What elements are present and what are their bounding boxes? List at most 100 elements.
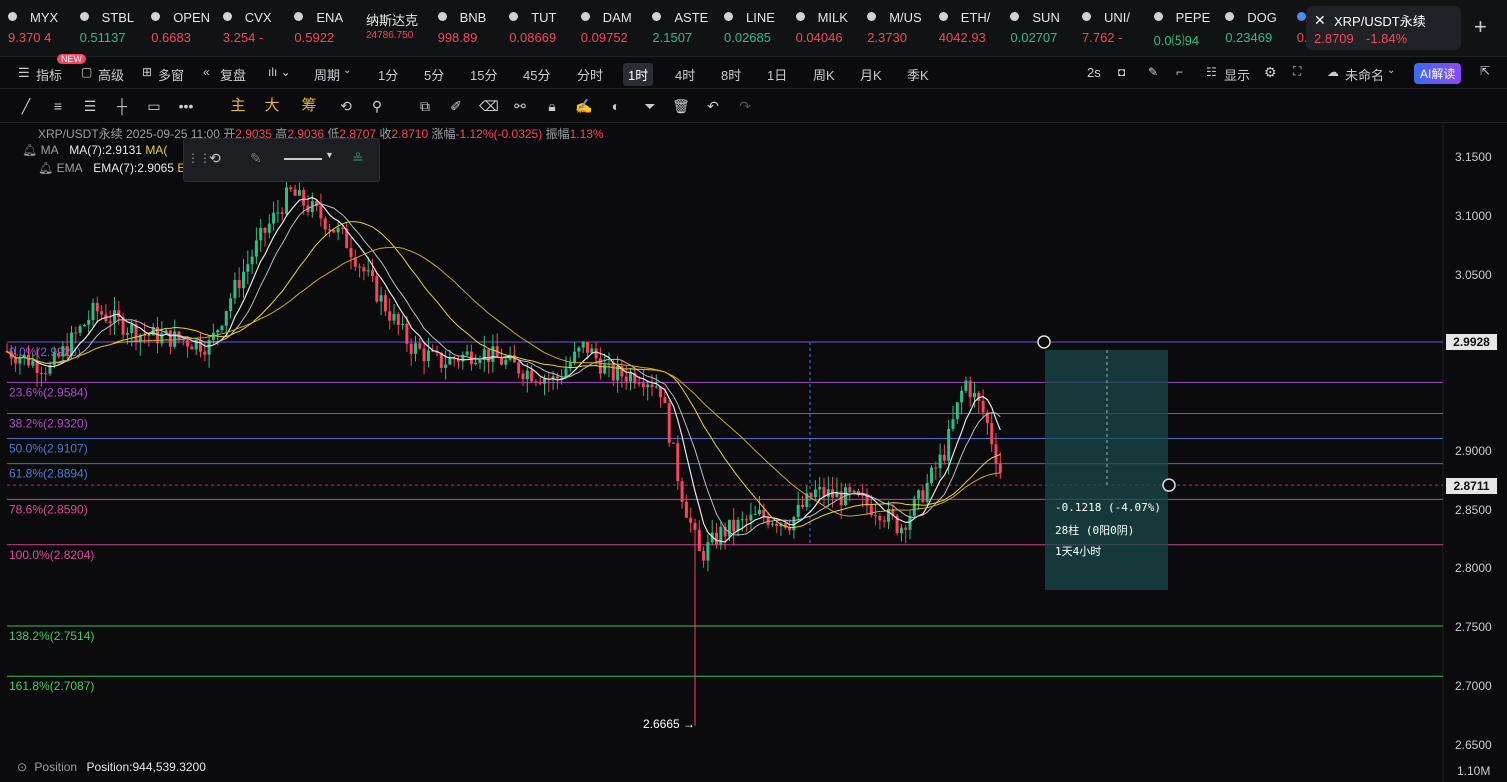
ticker-item[interactable]: OPEN 0.6683 xyxy=(151,6,219,50)
multi-window-button[interactable]: 多窗 xyxy=(158,65,184,84)
trash-icon[interactable]: 🗑︎ xyxy=(672,97,690,115)
multi-window-icon: ⊞ xyxy=(142,65,153,79)
ticker-item[interactable]: 纳斯达克 24786.750 xyxy=(366,6,434,50)
big-order-button[interactable]: 大 xyxy=(263,97,281,115)
pen-icon[interactable]: ✎ xyxy=(1148,65,1158,79)
ticker-item[interactable]: MYX 9.370 4 xyxy=(8,6,76,50)
candle-body xyxy=(749,514,753,521)
drag-handle-icon[interactable]: ⋮⋮ xyxy=(187,151,211,165)
camera-icon[interactable]: ◘ xyxy=(1118,65,1125,79)
ticker-item[interactable]: TUT 0.08669 xyxy=(509,6,577,50)
align-icon[interactable]: ≗ xyxy=(352,150,364,167)
candle-body xyxy=(465,351,469,355)
ticker-price: 0.5922 xyxy=(294,30,335,45)
bell-icon[interactable]: 🔔︎ xyxy=(38,161,53,175)
ticker-item[interactable]: DOG 0.23469 xyxy=(1225,6,1293,50)
ticker-item[interactable]: ETH/4042.93 xyxy=(938,6,1007,50)
gear-icon[interactable]: ⊙ xyxy=(17,760,27,774)
period-dropdown[interactable]: 周期 xyxy=(314,65,340,84)
advanced-button[interactable]: 高级 xyxy=(98,65,124,84)
ticker-item[interactable]: STBL 0.51137 xyxy=(79,6,148,50)
interval-1w[interactable]: 周K xyxy=(813,65,835,84)
interval-1h[interactable]: 1时 xyxy=(623,63,654,86)
rectangle-icon[interactable]: ▭ xyxy=(145,97,163,115)
ticker-item[interactable]: CVX 3.254 - xyxy=(222,6,291,50)
indicator-button[interactable]: 指标 xyxy=(36,65,62,84)
horizontal-ray-icon[interactable]: ┼ xyxy=(113,97,131,115)
interval-timeshare[interactable]: 分时 xyxy=(577,65,603,84)
candle-body xyxy=(18,358,22,364)
ticker-item[interactable]: UNI/7.762 - xyxy=(1082,6,1150,50)
more-tools-icon[interactable]: ••• xyxy=(177,97,195,115)
candle-body xyxy=(246,264,250,272)
copy-icon[interactable]: ⧉ xyxy=(416,97,434,115)
candle-body xyxy=(917,490,921,499)
refresh-rate[interactable]: 2s xyxy=(1087,65,1101,80)
ticker-item[interactable]: DAM 0.09752 xyxy=(580,6,649,50)
ema-name: EMA xyxy=(56,161,82,175)
lock-icon[interactable]: 🔒︎ xyxy=(543,97,561,115)
interval-1mo[interactable]: 月K xyxy=(860,65,882,84)
line-color-icon[interactable]: ✎ xyxy=(250,150,262,167)
layout-name-dropdown[interactable]: 未命名 xyxy=(1345,65,1384,84)
ticker-item[interactable]: MILK 0.04046 xyxy=(795,6,864,50)
gear-icon[interactable]: ⚙ xyxy=(1264,64,1277,81)
brush-icon[interactable]: ✐ xyxy=(447,97,465,115)
trend-line-icon[interactable]: ╱ xyxy=(17,97,35,115)
bell-icon[interactable]: 🔔︎ xyxy=(22,143,37,157)
note-icon[interactable]: ✍ xyxy=(575,97,593,115)
candle-body xyxy=(336,227,340,233)
ticker-item[interactable]: ENA 0.5922 xyxy=(294,6,362,50)
link-icon[interactable]: ⚯ xyxy=(511,97,529,115)
main-chart-button[interactable]: 主 xyxy=(229,97,247,115)
candle-body xyxy=(573,351,577,363)
active-symbol-tab[interactable]: ✕ XRP/USDT永续 2.8709 -1.84% xyxy=(1306,6,1461,50)
candle-body xyxy=(233,279,237,299)
ticker-item[interactable]: ASTE 2.1507 xyxy=(652,6,720,50)
chart-type-icon[interactable]: ılı ⌄ xyxy=(268,65,291,79)
collapse-icon[interactable]: ⇱ xyxy=(1480,64,1490,78)
ai-read-button[interactable]: AI解读 xyxy=(1414,63,1462,84)
interval-4h[interactable]: 4时 xyxy=(675,65,695,84)
magnet-icon[interactable]: ⚲ xyxy=(368,97,386,115)
ticker-symbol: STBL xyxy=(101,10,135,25)
parallel-lines-icon[interactable]: ≡ xyxy=(49,97,67,115)
candle-body xyxy=(646,384,650,388)
add-tab-button[interactable]: + xyxy=(1474,14,1487,40)
chip-distribution-button[interactable]: 筹 xyxy=(300,97,318,115)
interval-8h[interactable]: 8时 xyxy=(721,65,741,84)
interval-1m[interactable]: 1分 xyxy=(378,65,398,84)
crop-icon[interactable]: ⌐ xyxy=(1176,65,1183,79)
sync-icon[interactable]: ⟲ xyxy=(337,97,355,115)
style-icon[interactable]: ⟲ xyxy=(209,150,221,167)
replay-button[interactable]: 复盘 xyxy=(220,65,246,84)
interval-5m[interactable]: 5分 xyxy=(424,65,444,84)
interval-45m[interactable]: 45分 xyxy=(523,65,550,84)
eraser-icon[interactable]: ⌫ xyxy=(479,97,499,115)
price-chart[interactable]: 0.0%(2.9928) 23.6%(2.9584) 38.2%(2.9320) 50… xyxy=(0,122,1507,782)
color-icon[interactable]: ◐ xyxy=(607,97,625,115)
ticker-item[interactable]: SUN 0.02707 xyxy=(1010,6,1078,50)
ticker-item[interactable]: PEPE 0.0⑸94 xyxy=(1153,6,1222,50)
cloud-icon: ☁ xyxy=(1327,65,1339,79)
chart-canvas[interactable]: 0.0%(2.9928)23.6%(2.9584)38.2%(2.9320)50… xyxy=(0,122,1507,782)
interval-1q[interactable]: 季K xyxy=(907,65,929,84)
candle-body xyxy=(874,515,878,517)
candle-body xyxy=(396,313,400,326)
interval-1d[interactable]: 1日 xyxy=(767,65,787,84)
redo-icon[interactable]: ↷ xyxy=(736,97,754,115)
candle-body xyxy=(629,372,632,382)
ticker-item[interactable]: BNB 998.89 xyxy=(437,6,506,50)
interval-15m[interactable]: 15分 xyxy=(470,65,497,84)
horizontal-lines-icon[interactable]: ☰ xyxy=(81,97,99,115)
undo-icon[interactable]: ↶ xyxy=(704,97,722,115)
line-style-dropdown[interactable]: ▼ xyxy=(284,149,334,167)
fib-level-label: 23.6%(2.9584) xyxy=(9,385,88,399)
fullscreen-icon[interactable]: ⛶ xyxy=(1293,64,1301,79)
display-button[interactable]: 显示 xyxy=(1224,65,1250,84)
ticker-item[interactable]: LINE 0.02685 xyxy=(724,6,792,50)
filter-icon[interactable]: ⏷ xyxy=(641,97,659,115)
ticker-symbol: UNI/ xyxy=(1104,10,1130,25)
chevron-down-icon: ⌄ xyxy=(343,65,352,76)
ticker-item[interactable]: M/US 2.3730 xyxy=(867,6,935,50)
